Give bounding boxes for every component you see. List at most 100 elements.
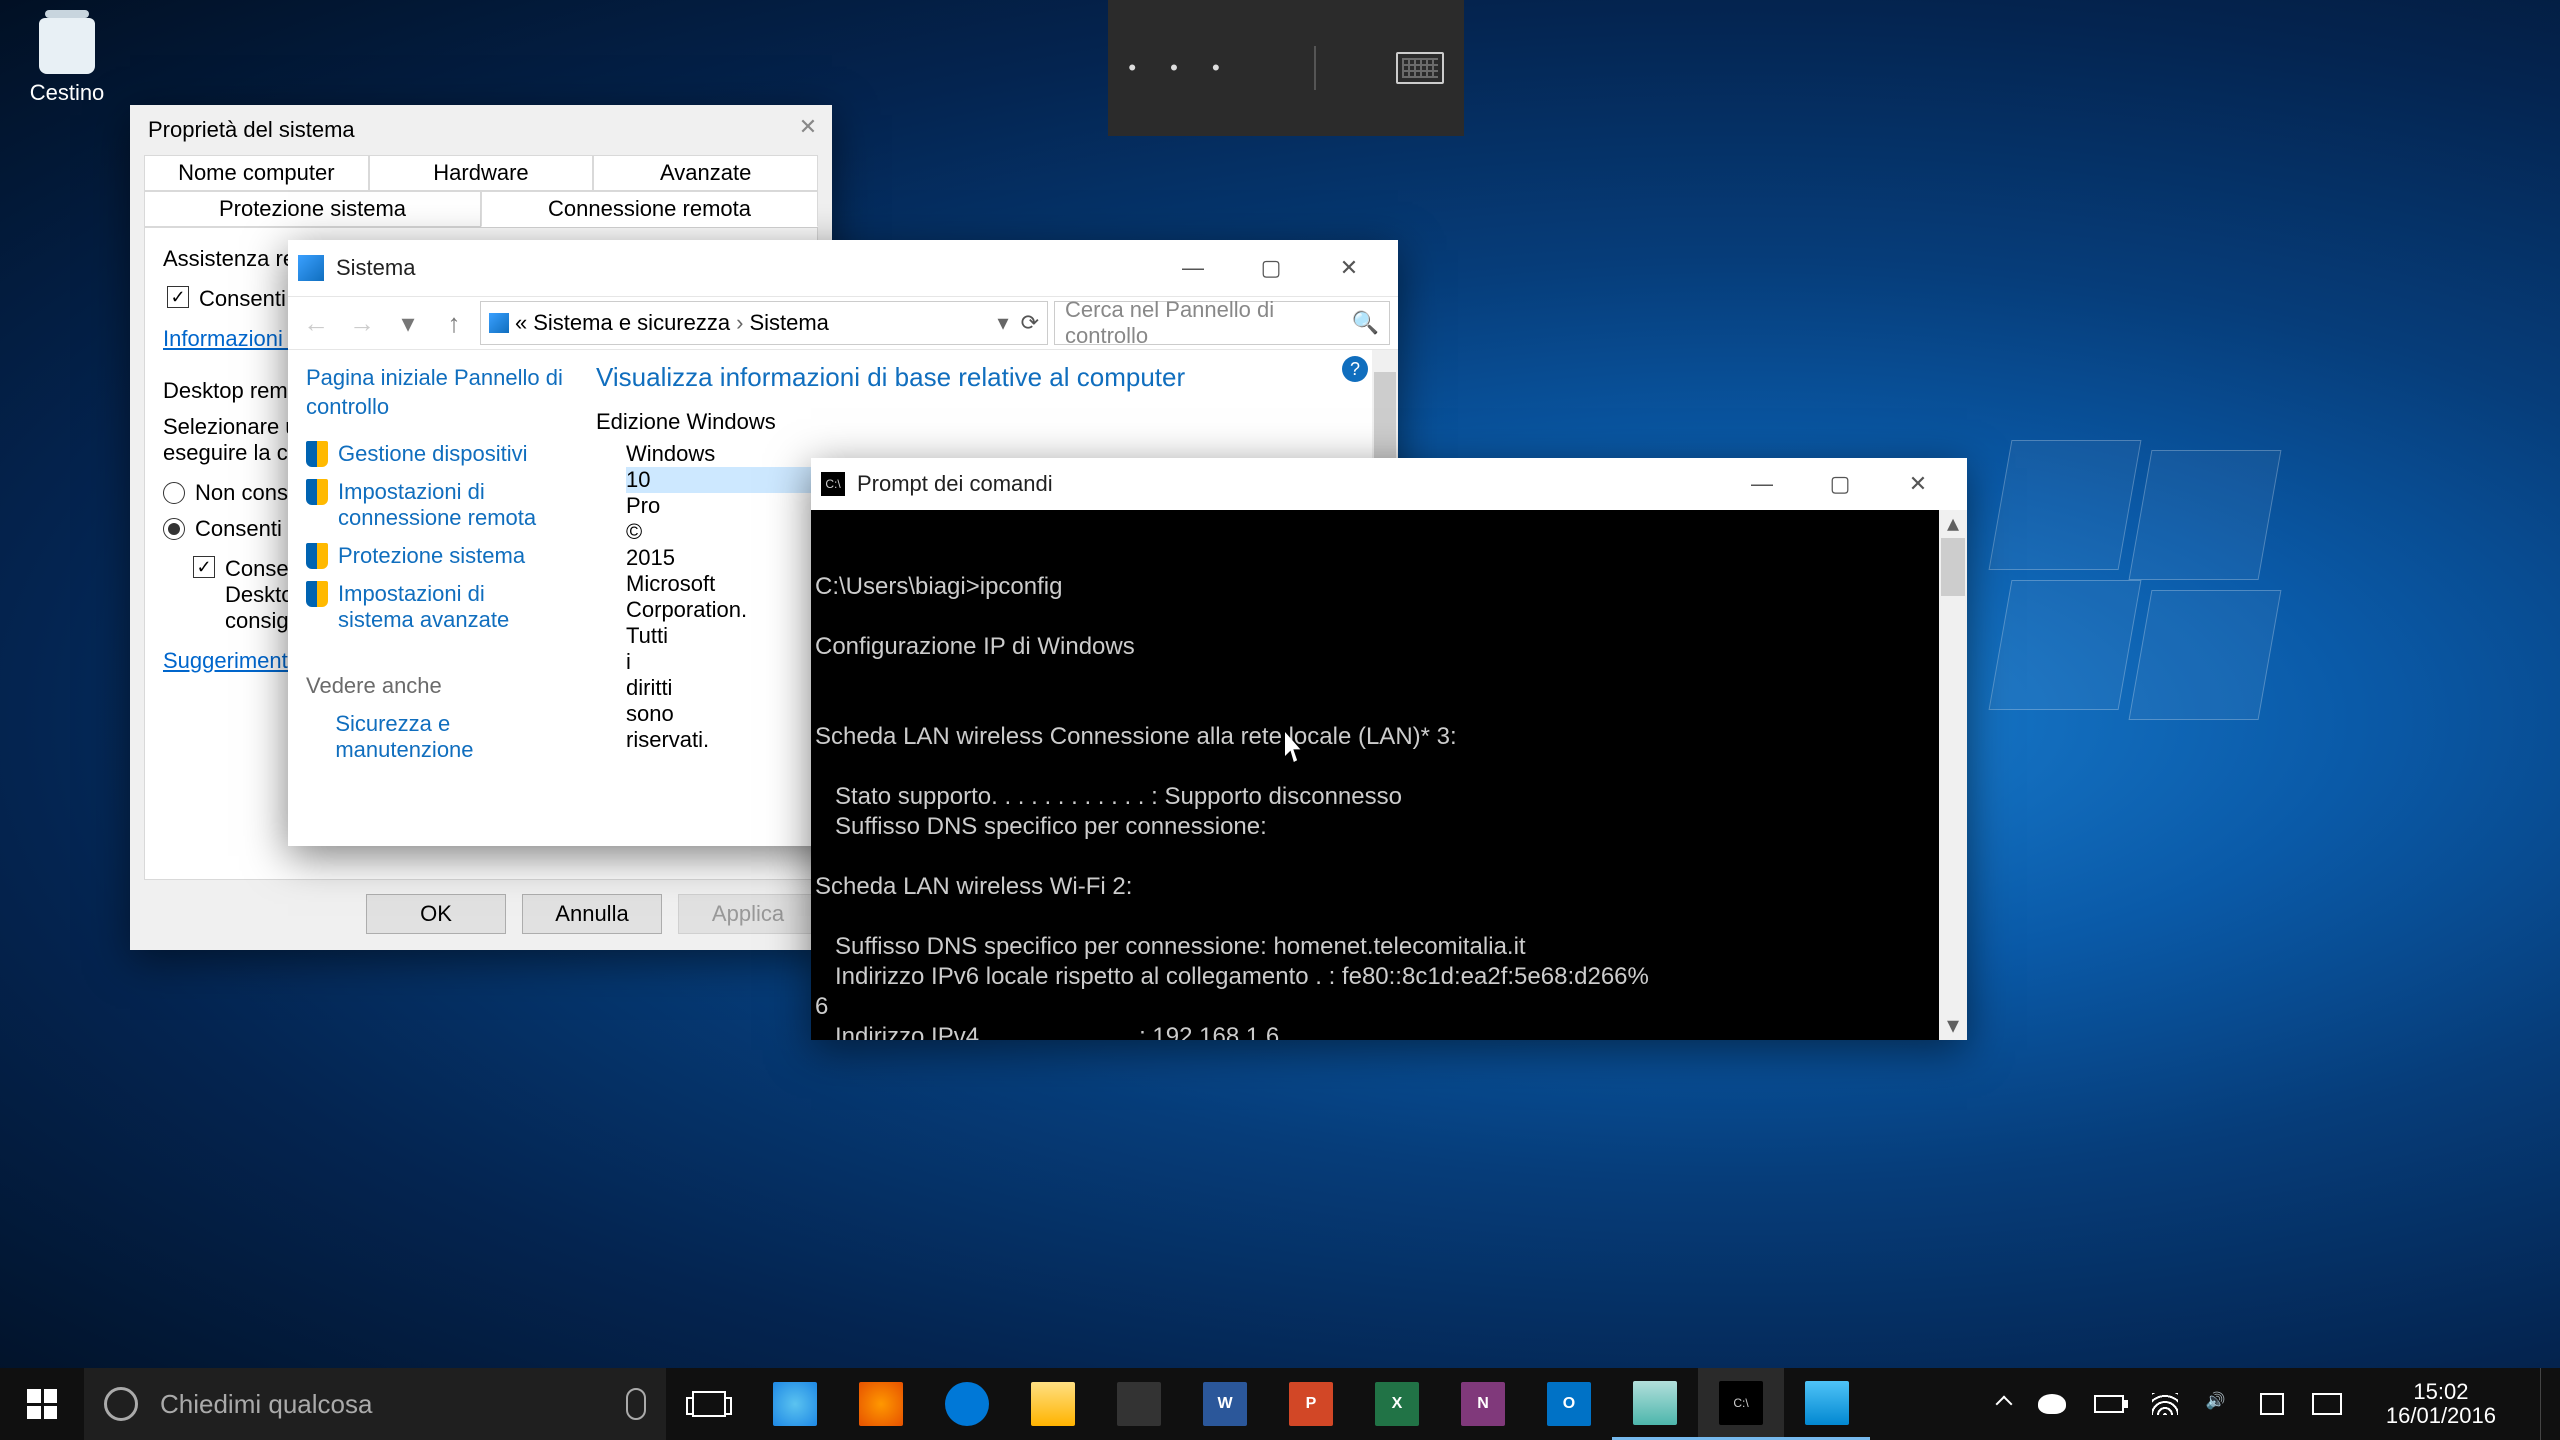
taskbar-app-excel[interactable]: X xyxy=(1354,1368,1440,1440)
taskbar-app-outlook[interactable]: O xyxy=(1526,1368,1612,1440)
scroll-down-icon[interactable]: ▾ xyxy=(1939,1012,1967,1040)
cancel-button[interactable]: Annulla xyxy=(522,894,662,934)
sistema-titlebar[interactable]: Sistema — ▢ ✕ xyxy=(288,240,1398,296)
taskbar-app-store[interactable] xyxy=(1096,1368,1182,1440)
tray-wifi-icon[interactable] xyxy=(2152,1393,2178,1415)
onenote-icon: N xyxy=(1461,1382,1505,1426)
keyboard-icon[interactable] xyxy=(1396,52,1444,84)
refresh-icon[interactable]: ⟳ xyxy=(1021,310,1039,336)
nav-device-manager[interactable]: Gestione dispositivi xyxy=(306,441,563,467)
nav-security-maintenance[interactable]: Sicurezza e manutenzione xyxy=(306,711,563,763)
taskbar-app-rdp[interactable] xyxy=(1784,1368,1870,1440)
scroll-up-icon[interactable]: ▴ xyxy=(1939,510,1967,538)
radio-icon xyxy=(163,482,185,504)
maximize-button[interactable]: ▢ xyxy=(1801,460,1879,508)
shield-icon xyxy=(306,479,328,505)
cmd-title: Prompt dei comandi xyxy=(857,471,1053,497)
taskbar-app-word[interactable]: W xyxy=(1182,1368,1268,1440)
taskbar-app-onenote[interactable]: N xyxy=(1440,1368,1526,1440)
sysprops-button-row: OK Annulla Applica xyxy=(130,894,832,950)
minimize-button[interactable]: — xyxy=(1723,460,1801,508)
checkbox-icon: ✓ xyxy=(167,286,189,308)
task-view-button[interactable] xyxy=(666,1368,752,1440)
up-button[interactable]: ↑ xyxy=(434,303,474,343)
taskbar-app-powerpoint[interactable]: P xyxy=(1268,1368,1354,1440)
sysprops-title: Proprietà del sistema xyxy=(148,117,355,143)
tab-advanced[interactable]: Avanzate xyxy=(593,155,818,191)
address-bar[interactable]: « Sistema e sicurezza › Sistema ▾ ⟳ xyxy=(480,301,1048,345)
rdp-connection-bar[interactable]: • • • xyxy=(1108,0,1464,136)
cmd-output: C:\Users\biagi>ipconfig Configurazione I… xyxy=(815,572,1963,1040)
maximize-button[interactable]: ▢ xyxy=(1232,244,1310,292)
show-desktop-button[interactable] xyxy=(2540,1368,2552,1440)
breadcrumb-item[interactable]: Sistema xyxy=(749,310,828,336)
taskbar-app-cmd[interactable]: C:\ xyxy=(1698,1368,1784,1440)
sistema-left-nav: Pagina iniziale Pannello di controllo Ge… xyxy=(288,350,582,846)
apply-button[interactable]: Applica xyxy=(678,894,818,934)
edition-label: Edizione Windows xyxy=(596,409,1384,435)
cmd-titlebar[interactable]: C:\ Prompt dei comandi — ▢ ✕ xyxy=(811,458,1967,510)
shield-icon xyxy=(306,581,328,607)
nav-system-protection[interactable]: Protezione sistema xyxy=(306,543,563,569)
store-icon xyxy=(1117,1382,1161,1426)
taskbar-app-firefox[interactable] xyxy=(838,1368,924,1440)
windows-logo-icon xyxy=(27,1389,57,1419)
nav-control-panel-home[interactable]: Pagina iniziale Pannello di controllo xyxy=(306,364,563,421)
sysprops-tabs-row1: Nome computer Hardware Avanzate xyxy=(144,155,818,191)
taskbar-app-edge[interactable] xyxy=(924,1368,1010,1440)
desktop-icon-recycle-bin[interactable]: Cestino xyxy=(25,18,109,106)
sistema-title: Sistema xyxy=(336,255,415,281)
taskbar: Chiedimi qualcosa W P X N O C:\ 🔊 15:02 … xyxy=(0,1368,2560,1440)
ie-icon xyxy=(773,1382,817,1426)
minimize-button[interactable]: — xyxy=(1154,244,1232,292)
start-button[interactable] xyxy=(0,1368,84,1440)
back-button[interactable]: ← xyxy=(296,303,336,343)
tray-onedrive-icon[interactable] xyxy=(2038,1394,2066,1414)
cmd-terminal[interactable]: ▴ ▾ C:\Users\biagi>ipconfig Configurazio… xyxy=(811,510,1967,1040)
scrollbar-thumb[interactable] xyxy=(1941,538,1965,596)
tab-hardware[interactable]: Hardware xyxy=(369,155,594,191)
recycle-bin-label: Cestino xyxy=(25,80,109,106)
tray-input-icon[interactable] xyxy=(2312,1393,2342,1415)
help-icon[interactable]: ? xyxy=(1342,356,1368,382)
recent-locations-button[interactable]: ▾ xyxy=(388,303,428,343)
scrollbar[interactable]: ▴ ▾ xyxy=(1939,510,1967,1040)
forward-button[interactable]: → xyxy=(342,303,382,343)
excel-icon: X xyxy=(1375,1382,1419,1426)
page-heading: Visualizza informazioni di base relative… xyxy=(596,362,1384,393)
taskbar-app-snipping[interactable] xyxy=(1612,1368,1698,1440)
sysprops-tabs-row2: Protezione sistema Connessione remota xyxy=(144,191,818,227)
sysprops-titlebar[interactable]: Proprietà del sistema ✕ xyxy=(130,105,832,155)
tab-remote-connection[interactable]: Connessione remota xyxy=(481,191,818,227)
nav-label: Impostazioni di connessione remota xyxy=(338,479,563,531)
close-button[interactable]: ✕ xyxy=(790,109,826,145)
taskbar-search[interactable]: Chiedimi qualcosa xyxy=(84,1368,666,1440)
ok-button[interactable]: OK xyxy=(366,894,506,934)
close-button[interactable]: ✕ xyxy=(1879,460,1957,508)
addressbar-dropdown-icon[interactable]: ▾ xyxy=(998,310,1009,336)
powerpoint-icon: P xyxy=(1289,1382,1333,1426)
see-also-heading: Vedere anche xyxy=(306,673,563,699)
control-panel-search[interactable]: Cerca nel Pannello di controllo 🔍 xyxy=(1054,301,1390,345)
recycle-bin-icon xyxy=(39,18,95,74)
system-tray: 🔊 15:02 16/01/2016 xyxy=(1990,1368,2560,1440)
breadcrumb-separator: › xyxy=(736,310,743,336)
breadcrumb-item[interactable]: Sistema e sicurezza xyxy=(533,310,730,336)
connectbar-menu-icon[interactable]: • • • xyxy=(1128,55,1233,81)
nav-label: Gestione dispositivi xyxy=(338,441,528,467)
tray-battery-icon[interactable] xyxy=(2094,1395,2124,1413)
close-button[interactable]: ✕ xyxy=(1310,244,1388,292)
nav-remote-settings[interactable]: Impostazioni di connessione remota xyxy=(306,479,563,531)
tray-notifications-icon[interactable] xyxy=(2260,1393,2284,1415)
nav-advanced-system-settings[interactable]: Impostazioni di sistema avanzate xyxy=(306,581,563,633)
taskbar-app-ie[interactable] xyxy=(752,1368,838,1440)
shield-icon xyxy=(306,543,328,569)
tray-up-icon[interactable] xyxy=(1995,1396,2012,1413)
tray-volume-icon[interactable]: 🔊 xyxy=(2206,1391,2232,1417)
tab-computer-name[interactable]: Nome computer xyxy=(144,155,369,191)
taskbar-app-explorer[interactable] xyxy=(1010,1368,1096,1440)
tray-clock[interactable]: 15:02 16/01/2016 xyxy=(2370,1380,2512,1428)
connectbar-separator xyxy=(1314,46,1316,90)
tab-system-protection[interactable]: Protezione sistema xyxy=(144,191,481,227)
microphone-icon[interactable] xyxy=(626,1388,646,1420)
